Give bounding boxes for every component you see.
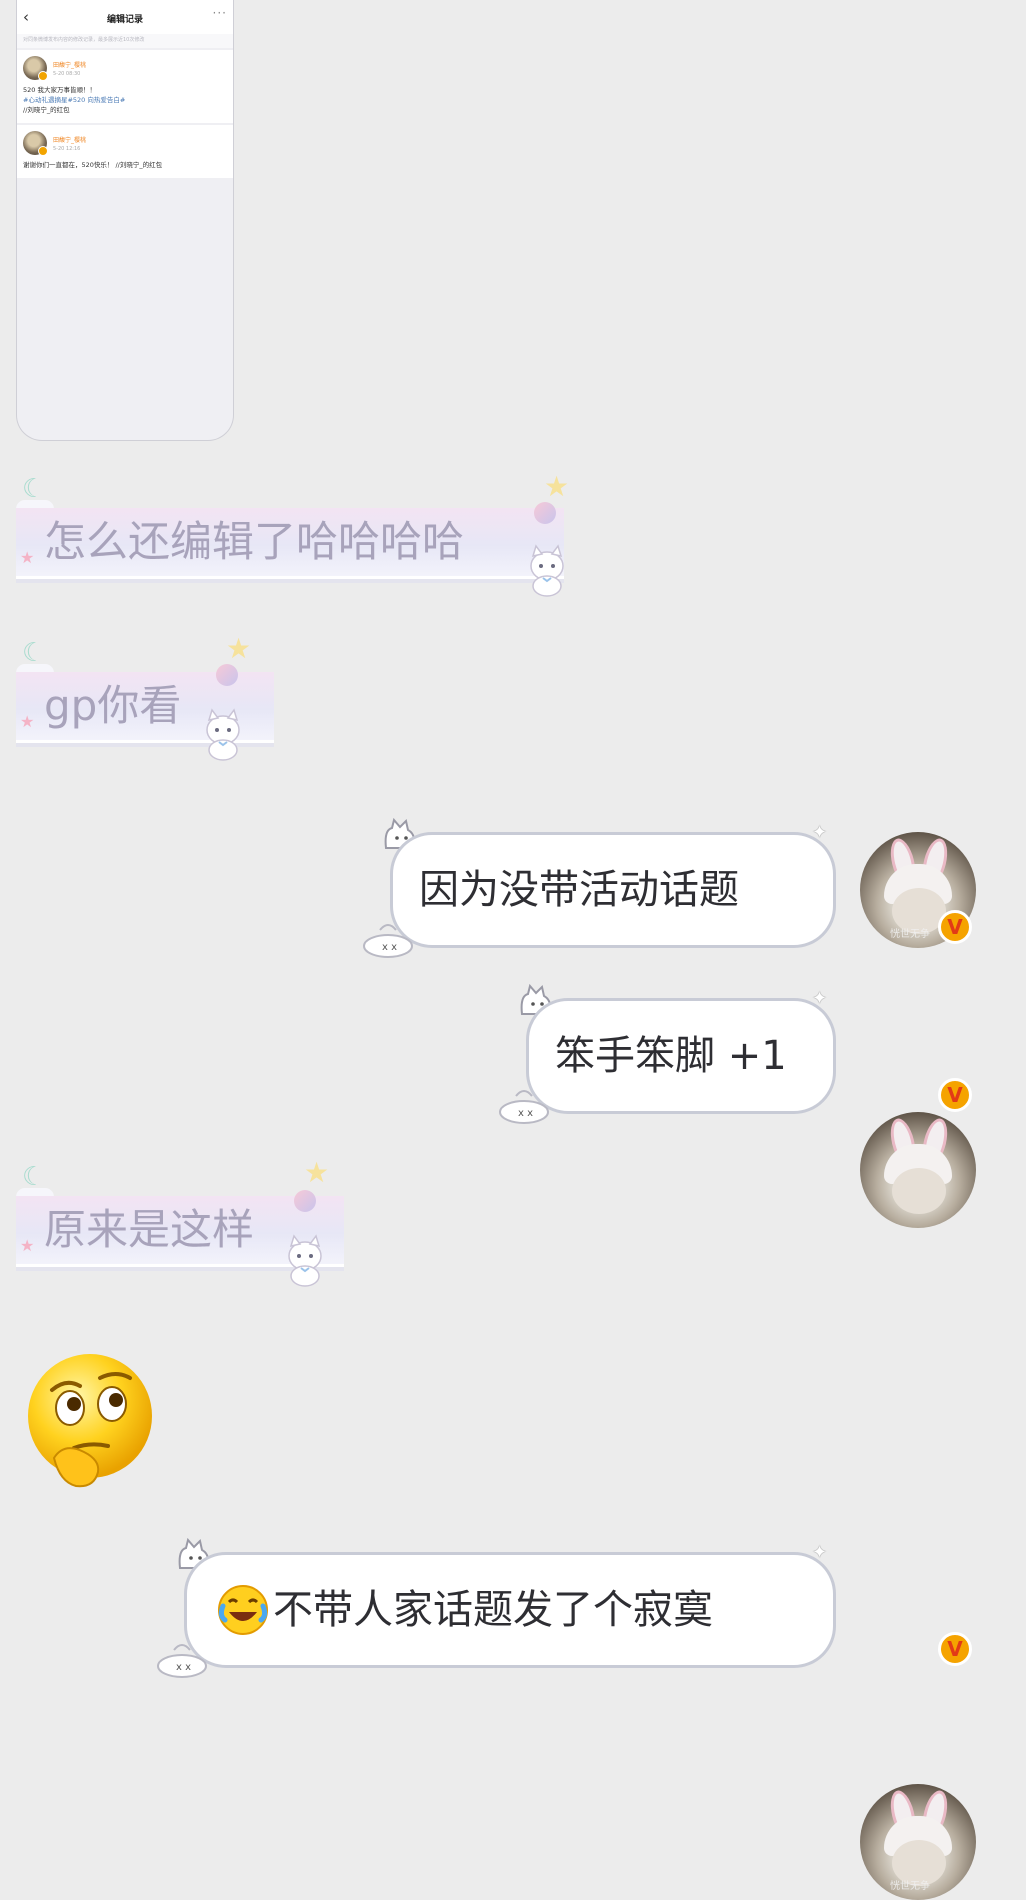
- entry-line: //刘晓宁_的红包: [23, 106, 70, 114]
- entry-avatar: [23, 56, 48, 81]
- svg-text:x x: x x: [382, 942, 397, 953]
- star-icon: ★: [304, 1156, 330, 1189]
- message-text: 怎么还编辑了哈哈哈哈: [44, 517, 465, 566]
- svg-text:x x: x x: [176, 1662, 191, 1673]
- message-received: ☾ 怎么还编辑了哈哈哈哈 ★ ★: [16, 470, 586, 624]
- entry-time: 5-20 12:16: [53, 145, 81, 152]
- message-text: 因为没带活动话题: [419, 867, 739, 913]
- message-received: ☾ gp你看 ★ ★: [16, 632, 276, 788]
- verified-badge-icon: V: [938, 1632, 972, 1666]
- message-bubble[interactable]: 不带人家话题发了个寂寞: [184, 1552, 836, 1668]
- entry-line: #心动礼遇摘星#520 向热爱告白#: [23, 96, 126, 104]
- verified-badge-icon: V: [938, 1078, 972, 1112]
- blob-sticker-icon: x x: [157, 1644, 207, 1678]
- screenshot-notice: 对同条微博发布内容的修改记录，最多展示近10次修改: [17, 34, 233, 48]
- star-icon: ★: [20, 1236, 35, 1255]
- message-bubble[interactable]: 笨手笨脚 +1: [526, 998, 836, 1114]
- cat-sticker-icon: [206, 708, 240, 761]
- balloon-decoration: [294, 1190, 316, 1212]
- edit-record-entry: 田馥宁_樱桃 5-20 08:30 520 我大家万事皆顺！！ #心动礼遇摘星#…: [17, 50, 233, 123]
- more-icon: ···: [212, 6, 227, 20]
- message-text: gp你看: [44, 681, 182, 730]
- balloon-decoration: [534, 502, 556, 524]
- message-text: 原来是这样: [44, 1205, 255, 1254]
- entry-author: 田馥宁_樱桃: [53, 61, 87, 69]
- star-icon: ★: [544, 470, 570, 503]
- entry-author: 田馥宁_樱桃: [53, 136, 87, 144]
- entry-text: 谢谢你们一直都在，520快乐！ //刘晓宁_的红包: [23, 160, 227, 170]
- entry-line: 谢谢你们一直都在，520快乐！ //刘晓宁_的红包: [23, 161, 163, 169]
- avatar-watermark: 恍世无争: [890, 929, 930, 940]
- entry-time: 5-20 08:30: [53, 70, 81, 77]
- svg-text:x x: x x: [518, 1108, 533, 1119]
- blob-sticker-icon: x x: [363, 924, 413, 958]
- shared-screenshot-image[interactable]: ‹ 编辑记录 ··· 对同条微博发布内容的修改记录，最多展示近10次修改 田馥宁…: [16, 0, 234, 441]
- message-text: 笨手笨脚 +1: [555, 1033, 787, 1079]
- screenshot-header: ‹ 编辑记录 ···: [17, 0, 233, 34]
- avatar[interactable]: 恍世无争: [860, 1784, 976, 1900]
- sparkle-icon: ✦: [812, 1542, 828, 1563]
- message-received: ☾ 原来是这样 ★ ★: [16, 1156, 356, 1312]
- thinking-face-icon[interactable]: [24, 1348, 158, 1492]
- sparkle-icon: ✦: [812, 822, 828, 843]
- avatar[interactable]: [860, 1112, 976, 1228]
- blob-sticker-icon: x x: [499, 1090, 549, 1124]
- cat-face: [892, 1168, 946, 1214]
- avatar-watermark: 恍世无争: [890, 1881, 930, 1892]
- entry-text: 520 我大家万事皆顺！！ #心动礼遇摘星#520 向热爱告白# //刘晓宁_的…: [23, 85, 227, 115]
- message-bubble[interactable]: 因为没带活动话题: [390, 832, 836, 948]
- cat-sticker-icon: [288, 1234, 322, 1287]
- cat-sticker-icon: [530, 544, 564, 597]
- sparkle-icon: ✦: [812, 988, 828, 1009]
- laughing-crying-icon: [218, 1585, 268, 1635]
- message-sent: 笨手笨脚 +1 ✦ x x: [492, 980, 862, 1130]
- verified-badge-icon: V: [938, 910, 972, 944]
- message-sent: 不带人家话题发了个寂寞 ✦ x x: [150, 1534, 860, 1684]
- balloon-decoration: [216, 664, 238, 686]
- message-text: 不带人家话题发了个寂寞: [273, 1587, 713, 1633]
- star-icon: ★: [20, 712, 35, 731]
- star-icon: ★: [20, 548, 35, 567]
- star-icon: ★: [226, 632, 252, 665]
- screenshot-title: 编辑记录: [106, 15, 143, 25]
- message-bubble[interactable]: 怎么还编辑了哈哈哈哈: [16, 508, 564, 579]
- message-sent: 因为没带活动话题 ✦ x x: [356, 814, 856, 964]
- entry-line: 520 我大家万事皆顺！！: [23, 86, 96, 94]
- entry-avatar: [23, 131, 48, 156]
- edit-record-entry: 田馥宁_樱桃 5-20 12:16 谢谢你们一直都在，520快乐！ //刘晓宁_…: [17, 125, 233, 178]
